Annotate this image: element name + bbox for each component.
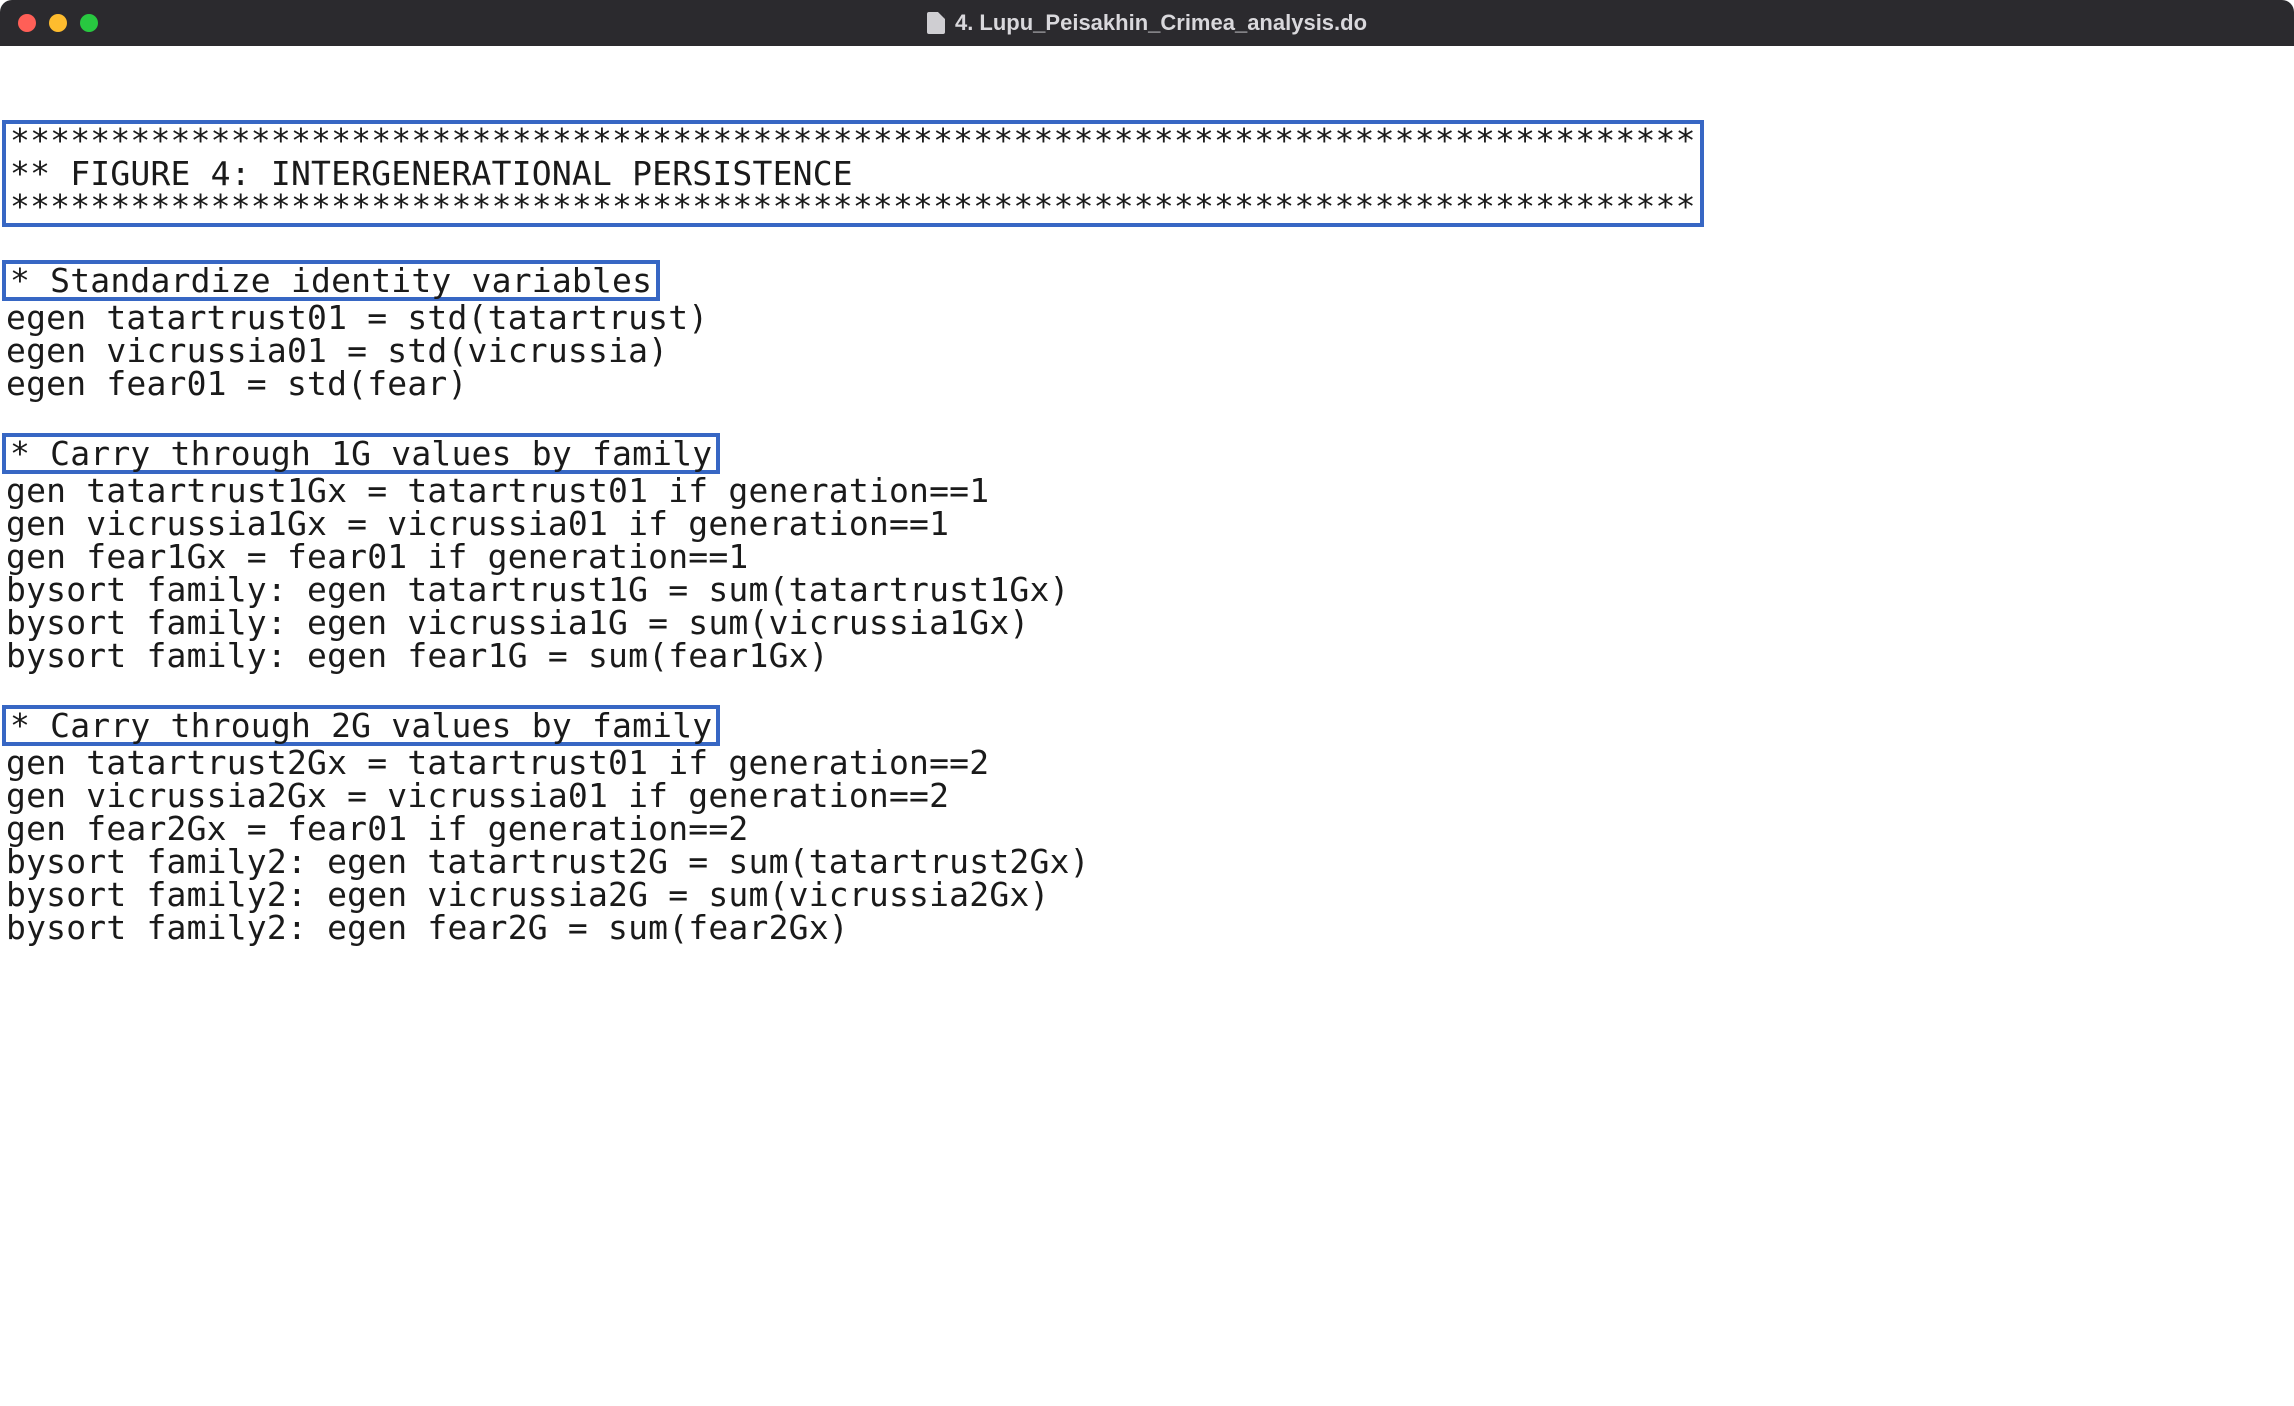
code-line: ****************************************… bbox=[6, 190, 1700, 223]
highlight-box-carry-1g: * Carry through 1G values by family bbox=[2, 433, 720, 474]
code-line: * Standardize identity variables bbox=[6, 264, 656, 297]
close-button[interactable] bbox=[18, 14, 36, 32]
zoom-button[interactable] bbox=[80, 14, 98, 32]
window-title: 4. Lupu_Peisakhin_Crimea_analysis.do bbox=[955, 10, 1367, 36]
code-line: bysort family2: egen vicrussia2G = sum(v… bbox=[0, 878, 2294, 911]
code-line: egen vicrussia01 = std(vicrussia) bbox=[0, 334, 2294, 367]
blank-line bbox=[0, 672, 2294, 705]
code-line: gen fear2Gx = fear01 if generation==2 bbox=[0, 812, 2294, 845]
code-line: gen tatartrust1Gx = tatartrust01 if gene… bbox=[0, 474, 2294, 507]
blank-line bbox=[0, 400, 2294, 433]
code-line: ****************************************… bbox=[6, 124, 1700, 157]
code-line: gen vicrussia2Gx = vicrussia01 if genera… bbox=[0, 779, 2294, 812]
highlight-box-standardize: * Standardize identity variables bbox=[2, 260, 660, 301]
blank-line bbox=[0, 227, 2294, 260]
code-line: * Carry through 1G values by family bbox=[6, 437, 716, 470]
code-line: gen vicrussia1Gx = vicrussia01 if genera… bbox=[0, 507, 2294, 540]
code-line: bysort family2: egen fear2G = sum(fear2G… bbox=[0, 911, 2294, 944]
minimize-button[interactable] bbox=[49, 14, 67, 32]
window-controls bbox=[18, 14, 98, 32]
code-editor[interactable]: ****************************************… bbox=[0, 46, 2294, 944]
code-line: bysort family: egen tatartrust1G = sum(t… bbox=[0, 573, 2294, 606]
highlight-box-figure4-header: ****************************************… bbox=[2, 120, 1704, 227]
code-line: gen tatartrust2Gx = tatartrust01 if gene… bbox=[0, 746, 2294, 779]
code-line: gen fear1Gx = fear01 if generation==1 bbox=[0, 540, 2294, 573]
window-titlebar: 4. Lupu_Peisakhin_Crimea_analysis.do bbox=[0, 0, 2294, 46]
code-line: bysort family: egen fear1G = sum(fear1Gx… bbox=[0, 639, 2294, 672]
code-line: bysort family: egen vicrussia1G = sum(vi… bbox=[0, 606, 2294, 639]
file-icon bbox=[927, 12, 945, 34]
code-line: * Carry through 2G values by family bbox=[6, 709, 716, 742]
code-line: bysort family2: egen tatartrust2G = sum(… bbox=[0, 845, 2294, 878]
code-line: egen fear01 = std(fear) bbox=[0, 367, 2294, 400]
code-line: ** FIGURE 4: INTERGENERATIONAL PERSISTEN… bbox=[6, 157, 1700, 190]
highlight-box-carry-2g: * Carry through 2G values by family bbox=[2, 705, 720, 746]
code-line: egen tatartrust01 = std(tatartrust) bbox=[0, 301, 2294, 334]
